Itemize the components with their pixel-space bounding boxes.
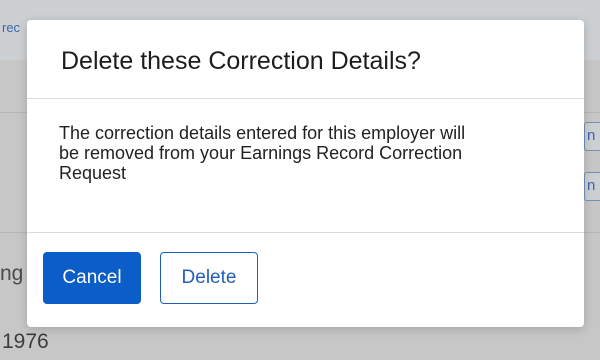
dialog-title: Delete these Correction Details? [61,47,421,75]
delete-button[interactable]: Delete [160,252,258,304]
dialog-message-line: The correction details entered for this … [59,123,466,143]
delete-confirmation-dialog: Delete these Correction Details? The cor… [27,20,584,327]
cancel-button[interactable]: Cancel [43,252,141,304]
dialog-header: Delete these Correction Details? [27,20,584,99]
dialog-footer: Cancel Delete [27,234,584,327]
dialog-message-line: be removed from your Earnings Record Cor… [59,143,463,163]
dialog-message: The correction details entered for this … [59,123,559,183]
dialog-message-line: Request [59,163,127,183]
dialog-body: The correction details entered for this … [27,100,584,233]
